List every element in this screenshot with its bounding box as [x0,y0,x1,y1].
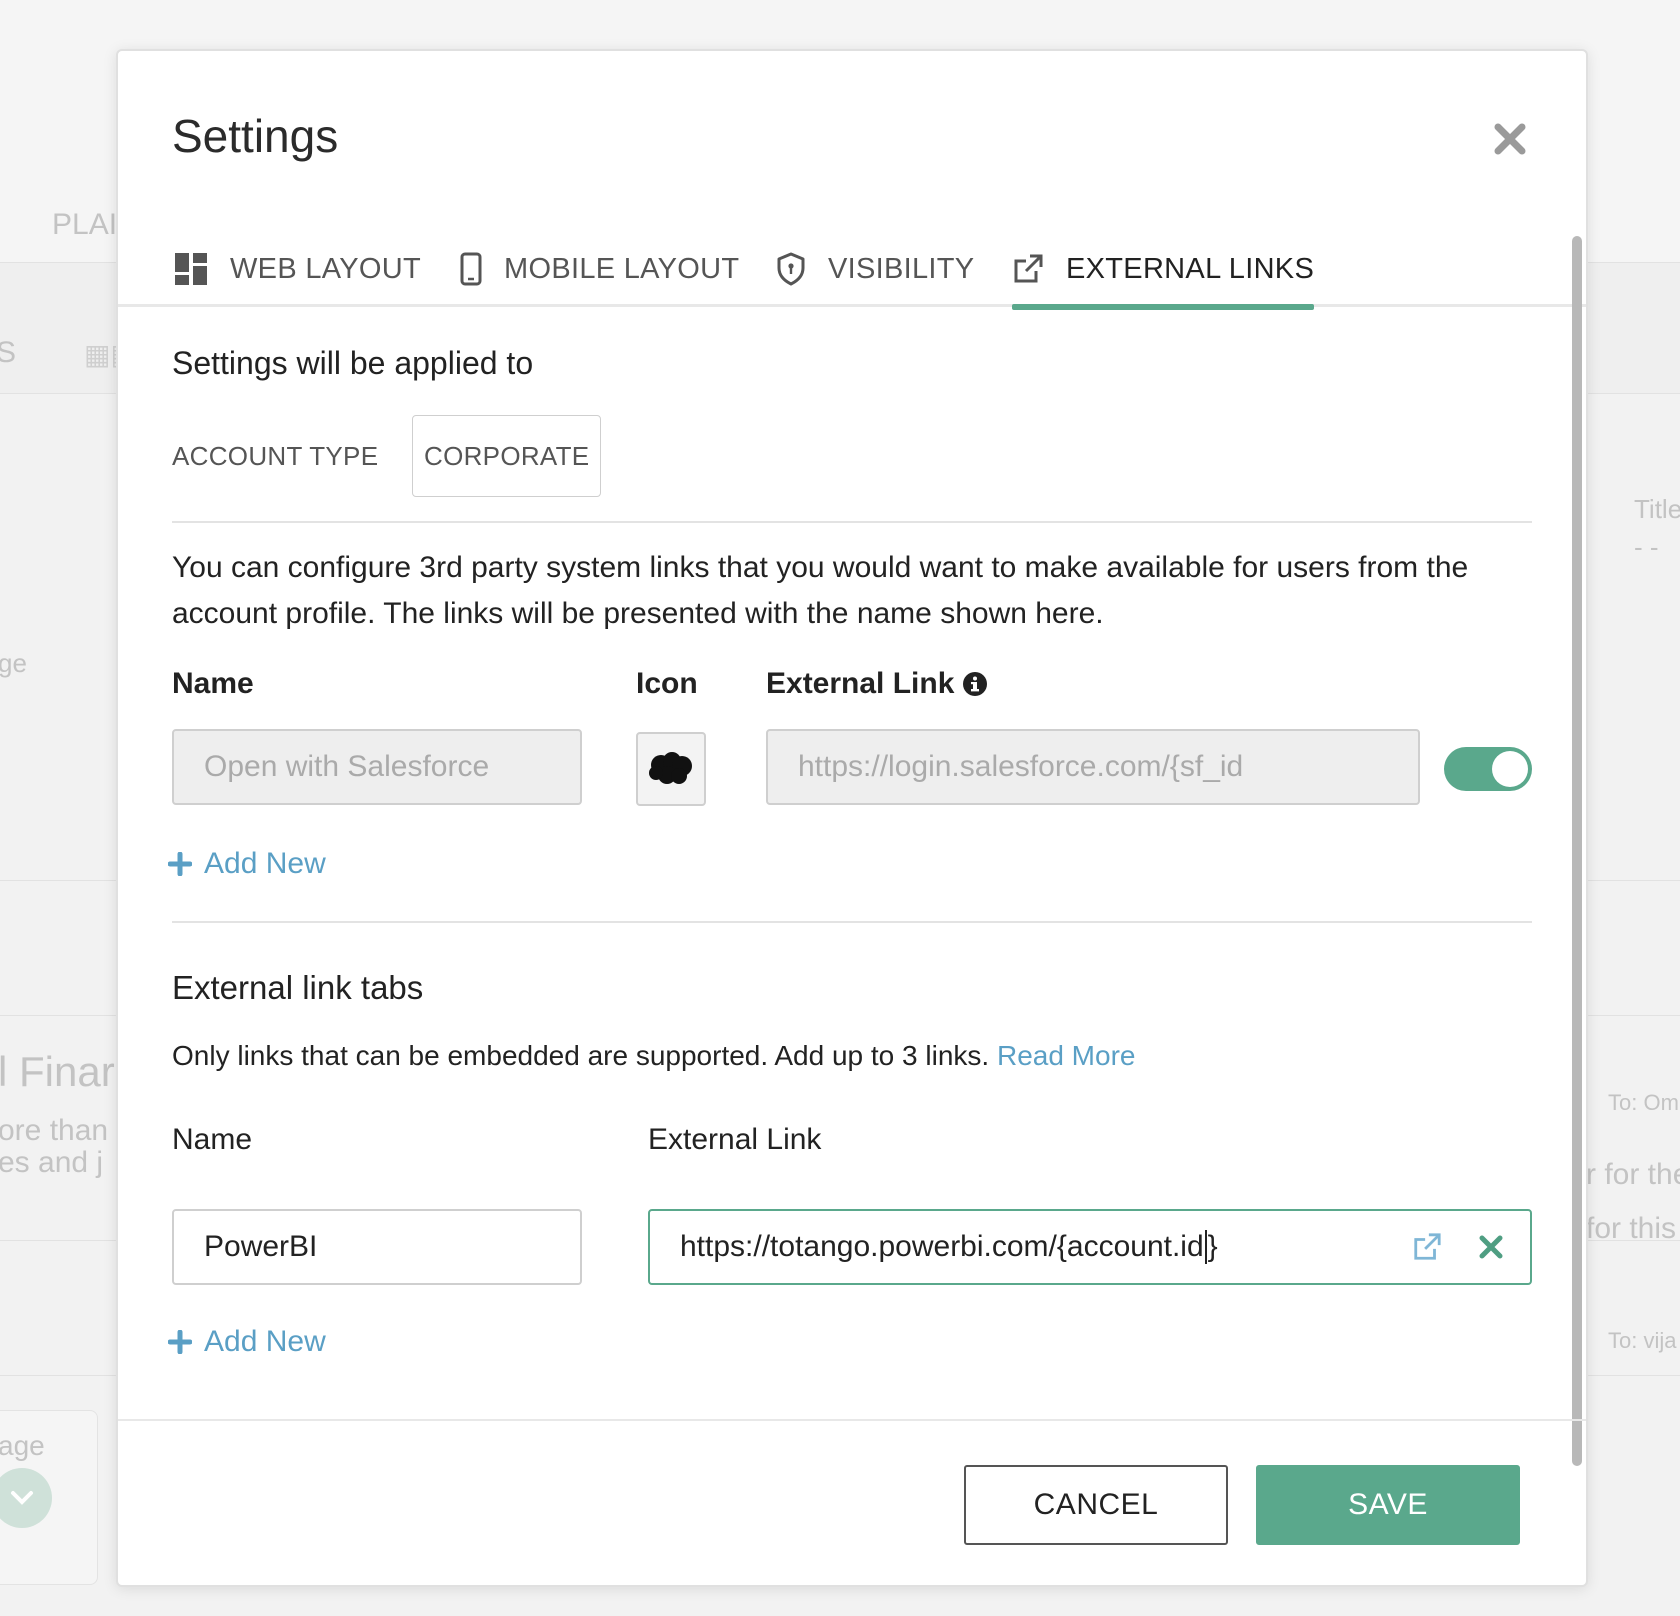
tab-url-value-end: } [1207,1230,1218,1263]
bg-to-fragment: To: Om [1608,1090,1679,1115]
link-url-input[interactable]: https://login.salesforce.com/{sf_id [766,729,1420,805]
add-new-tab-button[interactable]: Add New [168,1325,326,1359]
read-more-link[interactable]: Read More [997,1040,1136,1071]
bg-es-and-fragment: es and j [0,1146,104,1179]
tabs-description-text: Only links that can be embedded are supp… [172,1040,990,1071]
section-divider [172,521,1532,523]
tabs-section-description: Only links that can be embedded are supp… [172,1033,1532,1079]
tab-web-layout[interactable]: WEB LAYOUT [174,231,421,307]
bg-age-fragment: age [0,1430,45,1461]
shield-icon [776,252,806,286]
tab-url-input[interactable]: https://totango.powerbi.com/{account.id} [648,1209,1532,1285]
col-label-external-link-text: External Link [766,667,955,700]
add-new-label: Add New [204,847,326,880]
toggle-knob [1492,751,1528,787]
tab-label: WEB LAYOUT [230,252,421,285]
settings-modal: Settings WEB LAYOUT MOBILE LAYOUT VISIBI… [116,49,1588,1587]
bg-s-fragment: S [0,336,17,369]
link-enabled-toggle[interactable] [1444,747,1532,791]
add-new-link-button[interactable]: Add New [168,847,326,881]
mobile-icon [460,252,482,286]
tab-url-actions [1412,1211,1504,1283]
tab-label: MOBILE LAYOUT [504,252,740,285]
tab-label: VISIBILITY [828,252,975,285]
tab-mobile-layout[interactable]: MOBILE LAYOUT [460,231,739,307]
salesforce-cloud-icon [649,752,692,784]
bg-for-this-fragment: for this [1586,1212,1677,1245]
tabs-col-label-external-link: External Link [648,1123,822,1156]
col-label-icon: Icon [636,667,698,700]
bg-ge-fragment: ge [0,648,27,678]
tab-name-input[interactable]: PowerBI [172,1209,582,1285]
tab-visibility[interactable]: VISIBILITY [776,231,974,307]
tab-label: EXTERNAL LINKS [1066,252,1315,285]
bg-more-than-fragment: ore than [0,1114,109,1147]
bg-title-fragment: Title [1634,494,1680,524]
open-link-icon[interactable] [1412,1232,1442,1262]
tabs-col-label-name: Name [172,1123,253,1156]
save-button[interactable]: SAVE [1256,1465,1520,1545]
link-name-input[interactable]: Open with Salesforce [172,729,582,805]
tabs-section-heading: External link tabs [172,969,424,1006]
external-link-icon [1012,253,1044,285]
col-label-external-link: External Link [766,667,988,701]
info-icon[interactable] [962,671,988,697]
bg-finance-fragment: l Finar [0,1048,115,1095]
bg-for-the-fragment: r for the [1586,1158,1680,1191]
plus-icon [168,852,192,876]
grid-layout-icon [174,252,208,286]
plus-icon [168,1330,192,1354]
tab-external-links[interactable]: EXTERNAL LINKS [1012,231,1315,310]
modal-title: Settings [172,110,339,162]
cancel-button[interactable]: CANCEL [964,1465,1228,1545]
account-type-chip[interactable]: CORPORATE [412,415,602,497]
bg-to-vija-fragment: To: vija [1608,1328,1677,1353]
section-divider [172,921,1532,923]
col-label-name: Name [172,667,254,700]
modal-scrollbar[interactable] [1572,236,1582,1466]
modal-footer-divider [118,1419,1586,1421]
bg-plan-tab: PLAI [52,208,118,241]
account-type-label: ACCOUNT TYPE [172,441,379,471]
tab-bar: WEB LAYOUT MOBILE LAYOUT VISIBILITY EXTE… [118,231,1586,310]
applied-heading: Settings will be applied to [172,345,534,381]
text-caret [1204,1230,1207,1264]
tab-url-value: https://totango.powerbi.com/{account.id [680,1230,1204,1263]
links-description: You can configure 3rd party system links… [172,551,1469,630]
icon-picker[interactable] [636,732,706,806]
close-icon [1494,123,1526,155]
bg-dashes-fragment: - - [1634,532,1659,562]
close-button[interactable] [1490,119,1530,159]
remove-icon[interactable] [1478,1234,1504,1260]
add-new-label: Add New [204,1325,326,1358]
